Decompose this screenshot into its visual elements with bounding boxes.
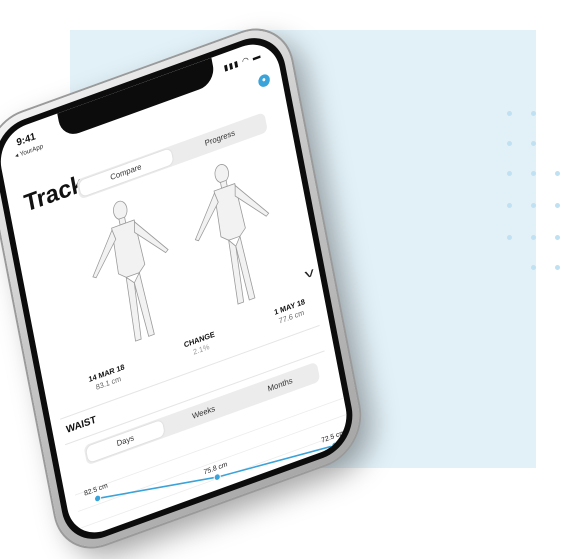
chart-point[interactable] — [213, 473, 221, 481]
metric-label: WAIST — [65, 414, 98, 436]
chart-gridline — [77, 412, 351, 512]
app-screen: 9:41 ◂ YourApp ▮▮▮ ◠ ▬ ● Track Compare P… — [0, 35, 353, 542]
phone-bezel: 9:41 ◂ YourApp ▮▮▮ ◠ ▬ ● Track Compare P… — [0, 27, 359, 550]
signal-wifi-battery-icon: ▮▮▮ ◠ ▬ — [223, 50, 262, 73]
profile-avatar-icon[interactable]: ● — [257, 72, 271, 89]
phone-body: 9:41 ◂ YourApp ▮▮▮ ◠ ▬ ● Track Compare P… — [0, 18, 367, 559]
body-model-after — [194, 164, 270, 305]
page-title: Track — [22, 169, 87, 218]
stat-after: 1 MAY 18 77.6 cm — [273, 297, 307, 328]
stat-before: 14 MAR 18 83.1 cm — [88, 362, 127, 394]
body-model-before — [92, 200, 169, 342]
phone-notch — [57, 57, 217, 140]
stat-change: CHANGE 2.1% — [183, 330, 217, 361]
chart-point[interactable] — [331, 441, 339, 450]
chevron-down-icon[interactable]: v — [304, 264, 316, 281]
chart-point[interactable] — [94, 494, 102, 503]
